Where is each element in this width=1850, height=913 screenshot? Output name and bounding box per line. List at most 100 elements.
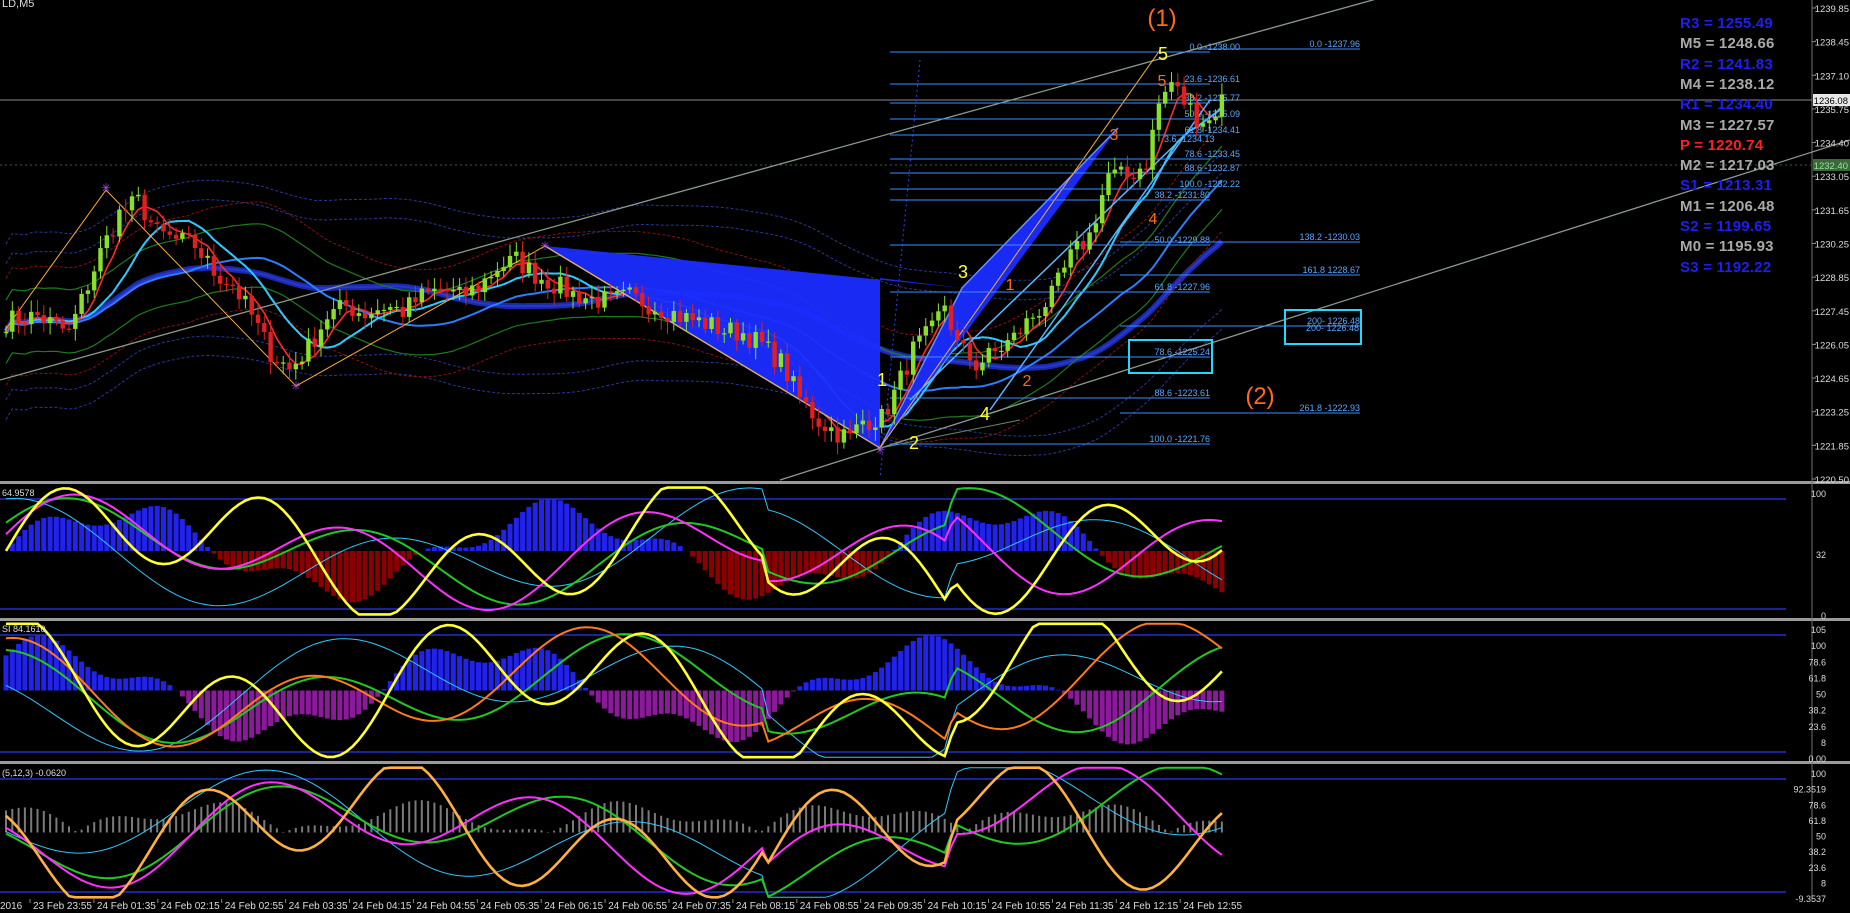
histogram-bar [515, 829, 518, 833]
histogram-bar [1074, 526, 1080, 551]
histogram-bar [124, 816, 127, 833]
wave-label: 1 [877, 370, 887, 390]
histogram-bar [1030, 513, 1036, 551]
candle-body [677, 310, 683, 322]
candle-body [992, 348, 998, 352]
candle-body [860, 420, 865, 425]
candle-body [747, 333, 752, 348]
histogram-bar [943, 818, 946, 833]
histogram-bar [685, 821, 688, 833]
candle-body [356, 313, 361, 316]
histogram-bar [904, 645, 910, 691]
candle-body [438, 288, 443, 290]
histogram-bar [1170, 831, 1173, 833]
candle-body [848, 429, 853, 434]
histogram-bar [313, 825, 316, 833]
histogram-bar [710, 819, 713, 833]
histogram-bar [683, 690, 689, 719]
histogram-bar [791, 690, 796, 692]
histogram-bar [60, 517, 66, 551]
histogram-bar [469, 547, 475, 551]
wave-label: 4 [980, 404, 990, 424]
candle-body [1137, 168, 1143, 180]
histogram-bar [274, 551, 280, 569]
pivot-level-label: S3 = 1192.22 [1680, 258, 1772, 276]
x-tick-label: 24 Feb 04:55 [416, 901, 475, 912]
candle-body [646, 306, 651, 315]
histogram-bar [1099, 551, 1105, 556]
candle-body [29, 311, 34, 325]
candle-body [1081, 241, 1086, 250]
histogram-bar [728, 551, 733, 595]
candle-body [1188, 103, 1193, 105]
histogram-bar [1219, 551, 1225, 593]
candle-body [740, 333, 746, 341]
osc-tick-label: 61.8 [1808, 673, 1826, 683]
histogram-bar [559, 827, 562, 833]
osc-tick-label: 8 [1821, 878, 1826, 888]
chart-canvas[interactable]: 0.0 -1238.0023.6 -1236.6138.2 -1235.7750… [0, 0, 1850, 913]
histogram-bar [72, 521, 78, 551]
panel-separator [0, 481, 1850, 484]
histogram-bar [502, 829, 505, 833]
histogram-bar [690, 551, 696, 557]
candle-body [369, 314, 374, 319]
x-tick-label: 24 Feb 01:35 [97, 901, 156, 912]
candle-body [1049, 285, 1054, 308]
histogram-bar [343, 690, 349, 720]
histogram-bar [753, 690, 759, 733]
candle-body [621, 289, 626, 292]
osc-tick-label: 100 [1811, 489, 1826, 499]
candle-body [866, 420, 872, 431]
histogram-bar [778, 690, 784, 705]
candle-body [470, 285, 475, 296]
histogram-bar [545, 498, 551, 551]
candle-body [123, 209, 128, 211]
histogram-bar [318, 690, 324, 718]
histogram-bar [1143, 551, 1149, 579]
candle-body [684, 313, 689, 322]
histogram-bar [142, 676, 148, 691]
candle-body [1100, 195, 1105, 224]
candle-body [640, 293, 645, 307]
histogram-bar [551, 653, 557, 691]
fractal-marker-icon: ✳ [101, 181, 111, 195]
histogram-bar [583, 687, 589, 691]
wave-label: 2 [909, 433, 919, 453]
candle-body [791, 376, 796, 382]
candle-body [47, 317, 53, 324]
histogram-bar [16, 536, 22, 551]
candle-body [148, 220, 154, 223]
histogram-bar [79, 523, 85, 551]
candle-body [1200, 123, 1206, 127]
histogram-bar [854, 679, 859, 691]
candle-body [652, 311, 658, 315]
candle-body [835, 427, 840, 443]
histogram-bar [47, 516, 53, 551]
fib-label: 78.6 -1225.24 [1154, 347, 1210, 357]
candle-body [161, 223, 166, 232]
histogram-bar [1101, 805, 1104, 833]
histogram-bar [641, 807, 644, 833]
histogram-bar [446, 808, 448, 833]
histogram-bar [1106, 551, 1111, 563]
pivot-level-label: M2 = 1217.03 [1680, 157, 1775, 175]
histogram-bar [143, 818, 146, 833]
histogram-bar [86, 825, 89, 833]
candle-body [299, 361, 305, 364]
x-tick-label: 24 Feb 04:15 [353, 901, 412, 912]
histogram-bar [1068, 690, 1074, 699]
histogram-bar [1164, 829, 1167, 833]
pivot-level-label: R1 = 1234.40 [1680, 96, 1773, 114]
histogram-bar [835, 678, 841, 691]
histogram-bar [299, 551, 305, 575]
histogram-bar [740, 551, 746, 600]
histogram-bar [924, 811, 927, 833]
candle-body [1030, 317, 1036, 319]
fib-label-200: 200- 1226.48 [1306, 323, 1359, 333]
candle-body [199, 248, 204, 258]
pivot-level-label: M4 = 1238.12 [1680, 75, 1775, 93]
candle-body [596, 296, 601, 308]
histogram-bar [211, 551, 217, 554]
histogram-bar [53, 516, 59, 551]
